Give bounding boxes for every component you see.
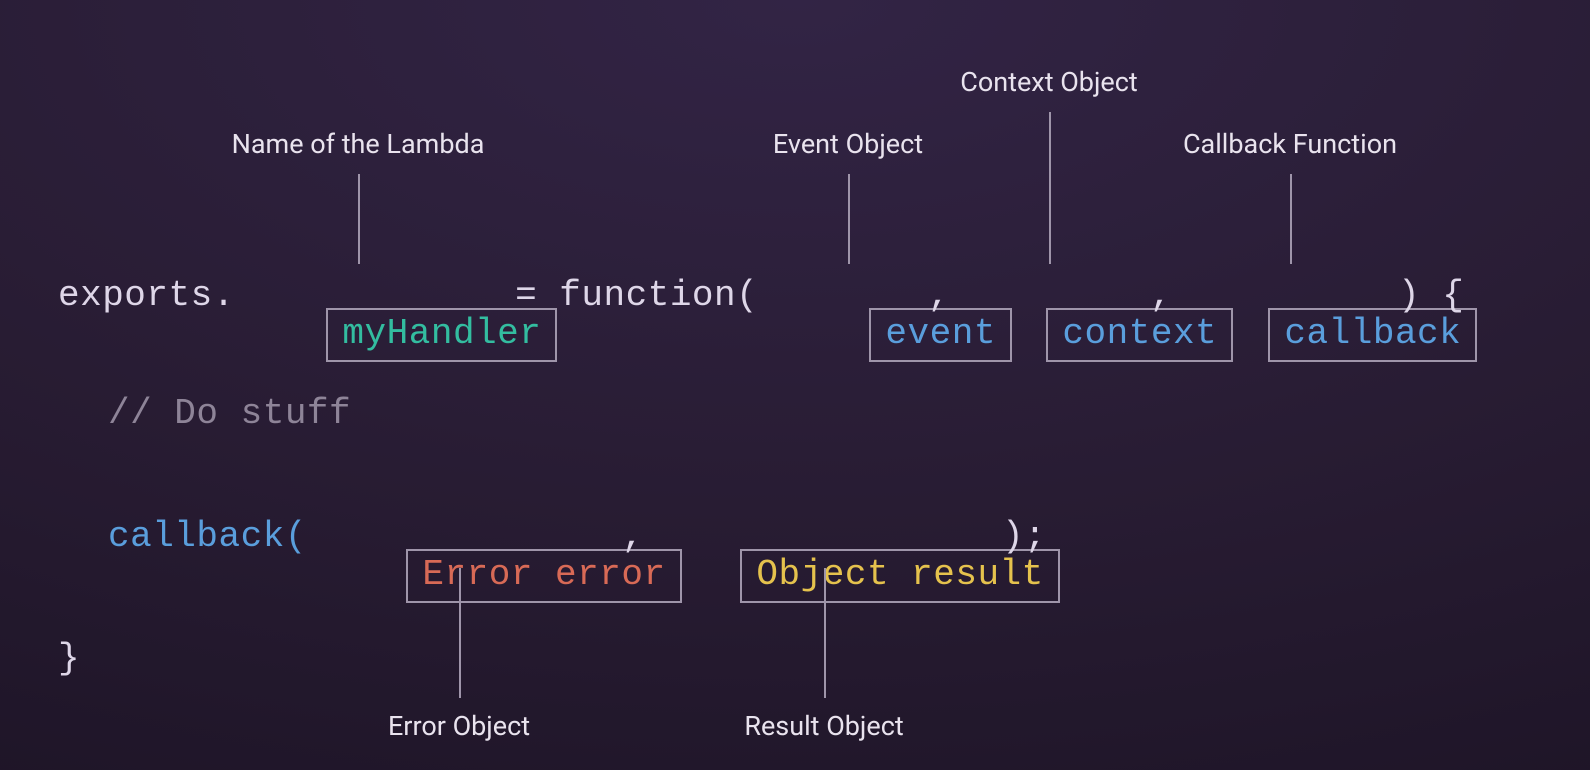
box-my-handler: myHandler bbox=[326, 308, 557, 362]
label-context-object: Context Object bbox=[960, 66, 1137, 98]
code-comma-3: , bbox=[622, 516, 644, 557]
box-error-error: Error error bbox=[406, 549, 681, 603]
code-comma-1: , bbox=[928, 275, 950, 316]
line-result-object bbox=[824, 568, 826, 698]
code-exports-dot: exports. bbox=[58, 275, 235, 316]
box-object-result: Object result bbox=[740, 549, 1059, 603]
label-lambda-name: Name of the Lambda bbox=[232, 128, 485, 160]
label-event-object: Event Object bbox=[773, 128, 923, 160]
code-close-call-semi: ); bbox=[1002, 516, 1046, 557]
code-eq-function-open: = function( bbox=[493, 275, 758, 316]
line-callback-function bbox=[1290, 174, 1292, 264]
code-close-paren-open-brace: ) { bbox=[1398, 275, 1464, 316]
label-error-object: Error Object bbox=[388, 710, 530, 742]
box-callback-param: callback bbox=[1268, 308, 1477, 362]
diagram-stage: Context Object Name of the Lambda Event … bbox=[0, 0, 1590, 770]
label-result-object: Result Object bbox=[744, 710, 903, 742]
label-callback-function: Callback Function bbox=[1183, 128, 1397, 160]
line-event-object bbox=[848, 174, 850, 264]
line-error-object bbox=[459, 568, 461, 698]
token-object-result: Object result bbox=[652, 508, 1060, 644]
line-context-object bbox=[1049, 112, 1051, 264]
code-comma-2: , bbox=[1150, 275, 1172, 316]
line-lambda-name bbox=[358, 174, 360, 264]
code-callback-call: callback( bbox=[108, 516, 307, 557]
code-comment: // Do stuff bbox=[108, 393, 351, 434]
code-close-brace: } bbox=[58, 638, 80, 679]
